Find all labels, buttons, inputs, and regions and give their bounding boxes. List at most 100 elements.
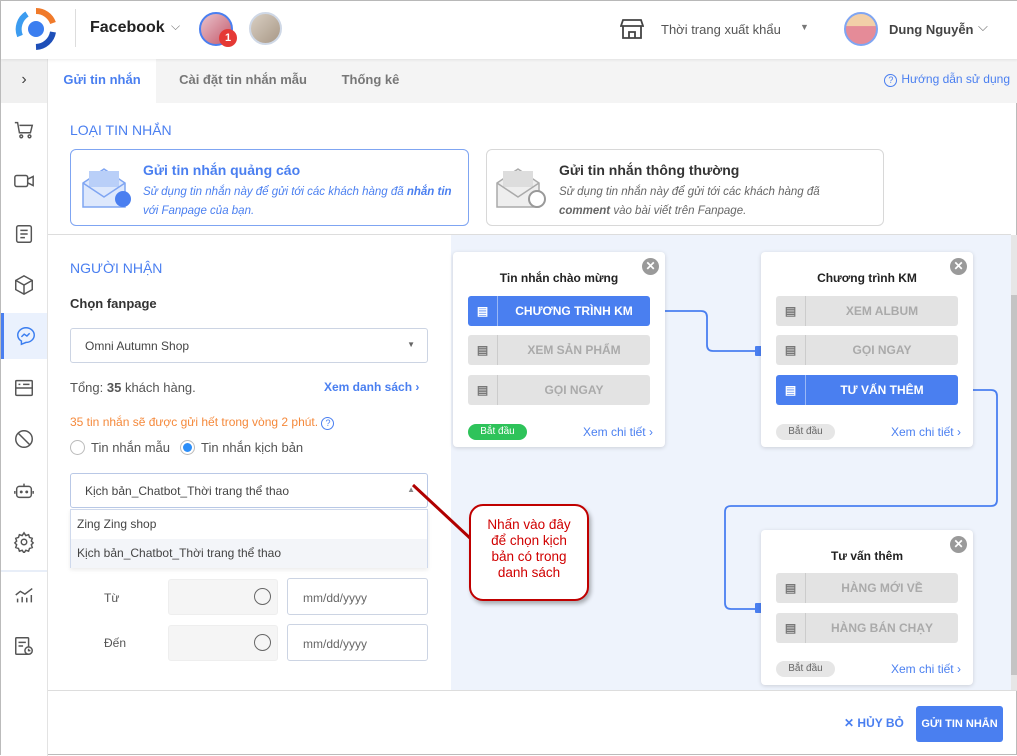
- from-date-input[interactable]: mm/dd/yyyy: [287, 578, 428, 615]
- node-button[interactable]: ▤ GỌI NGAY: [468, 375, 650, 405]
- chevron-right-icon: ›: [415, 380, 420, 394]
- node-button[interactable]: ▤ XEM ALBUM: [776, 296, 958, 326]
- help-link-label: Hướng dẫn sử dụng: [901, 72, 1010, 86]
- notification-badge: 1: [219, 29, 237, 47]
- view-detail-link[interactable]: Xem chi tiết ›: [891, 425, 961, 439]
- fanpage-value: Omni Autumn Shop: [85, 339, 190, 353]
- view-detail-link[interactable]: Xem chi tiết ›: [891, 662, 961, 676]
- send-message-button[interactable]: GỬI TIN NHẮN: [916, 706, 1003, 742]
- clock-icon: [254, 588, 271, 605]
- comment-envelope-icon: [496, 168, 546, 208]
- help-icon: ?: [321, 417, 335, 430]
- chevron-down-icon[interactable]: ⌵: [171, 19, 180, 34]
- recipient-heading: NGƯỜI NHẬN: [70, 260, 163, 276]
- scrollbar[interactable]: [1011, 235, 1017, 690]
- dropdown-option-selected[interactable]: Kịch bản_Chatbot_Thời trang thể thao: [71, 539, 427, 568]
- expand-sidebar-button[interactable]: ›: [1, 59, 47, 103]
- callout-tooltip: Nhấn vào đây để chọn kịch bản có trong d…: [469, 504, 589, 601]
- start-badge[interactable]: Bắt đầu: [776, 661, 835, 677]
- caret-up-icon: ▲: [407, 485, 415, 494]
- from-label: Từ: [104, 591, 120, 605]
- bot-icon[interactable]: [1, 468, 47, 514]
- tab-template-settings[interactable]: Cài đặt tin nhắn mẫu: [163, 59, 323, 103]
- flow-node[interactable]: ✕ Tin nhắn chào mừng ▤ CHƯƠNG TRÌNH KM ▤ X…: [453, 252, 665, 447]
- tab-send-message[interactable]: Gửi tin nhắn: [48, 59, 156, 103]
- divider: [75, 9, 76, 47]
- tab-statistics[interactable]: Thống kê: [323, 59, 418, 103]
- node-button[interactable]: ▤ GỌI NGAY: [776, 335, 958, 365]
- video-icon[interactable]: [1, 158, 47, 204]
- card-description: Sử dụng tin nhắn này để gửi tới các khác…: [559, 186, 820, 217]
- to-label: Đến: [104, 636, 127, 650]
- radio-template[interactable]: [70, 440, 85, 455]
- help-icon: ?: [884, 74, 898, 87]
- block-icon[interactable]: [1, 416, 47, 462]
- dropdown-option[interactable]: Zing Zing shop: [71, 510, 427, 539]
- radio-script[interactable]: [180, 440, 196, 455]
- node-button[interactable]: ▤ CHƯƠNG TRÌNH KM: [468, 296, 650, 326]
- user-avatar[interactable]: [844, 12, 878, 46]
- channel-name[interactable]: Facebook: [90, 19, 165, 37]
- message-icon: ▤: [776, 573, 806, 603]
- cart-icon[interactable]: [1, 107, 47, 153]
- from-time-input[interactable]: [168, 579, 278, 615]
- node-title: Tin nhắn chào mừng: [499, 271, 619, 285]
- flow-node[interactable]: ✕ Chương trình KM ▤ XEM ALBUM ▤ GỌI NGAY ▤…: [761, 252, 973, 447]
- top-header: Facebook ⌵ 1 Thời trang xuất khẩu ▼ Dung…: [1, 1, 1017, 59]
- node-button[interactable]: ▤ HÀNG MỚI VỀ: [776, 573, 958, 603]
- caret-down-icon[interactable]: ▼: [800, 22, 809, 32]
- report-schedule-icon[interactable]: [1, 623, 47, 669]
- app-logo[interactable]: [15, 8, 57, 50]
- help-link[interactable]: ? Hướng dẫn sử dụng: [884, 72, 1010, 87]
- caret-down-icon: ▼: [407, 340, 415, 349]
- cancel-button[interactable]: ✕ HỦY BỎ: [844, 716, 904, 730]
- card-title: Gửi tin nhắn quảng cáo: [143, 162, 301, 178]
- flow-node[interactable]: ✕ Tư vấn thêm ▤ HÀNG MỚI VỀ ▤ HÀNG BÁN CHẠ…: [761, 530, 973, 685]
- message-icon: ▤: [776, 613, 806, 643]
- user-name[interactable]: Dung Nguyễn: [889, 22, 974, 37]
- card-title: Gửi tin nhắn thông thường: [559, 162, 740, 178]
- normal-message-card[interactable]: Gửi tin nhắn thông thường Sử dụng tin nh…: [486, 149, 884, 226]
- store-selector[interactable]: Thời trang xuất khẩu: [661, 22, 781, 37]
- script-select[interactable]: Kịch bản_Chatbot_Thời trang thể thao ▲: [70, 473, 428, 508]
- message-icon: ▤: [468, 335, 498, 365]
- message-icon: ▤: [776, 296, 806, 326]
- radio-script-label[interactable]: Tin nhắn kịch bản: [201, 440, 303, 455]
- message-icon: ▤: [468, 296, 498, 326]
- section-heading: LOẠI TIN NHẮN: [70, 122, 172, 138]
- clock-icon: [254, 634, 271, 651]
- start-badge[interactable]: Bắt đầu: [776, 424, 835, 440]
- box-icon[interactable]: [1, 262, 47, 308]
- script-dropdown: Zing Zing shop Kịch bản_Chatbot_Thời tra…: [70, 509, 428, 568]
- to-date-input[interactable]: mm/dd/yyyy: [287, 624, 428, 661]
- node-title: Chương trình KM: [817, 271, 917, 285]
- date-placeholder: mm/dd/yyyy: [303, 591, 368, 605]
- node-button[interactable]: ▤ HÀNG BÁN CHẠY: [776, 613, 958, 643]
- sidebar: ›: [1, 59, 48, 756]
- fanpage-label: Chọn fanpage: [70, 296, 157, 311]
- page-avatar-2[interactable]: [249, 12, 282, 45]
- message-icon: ▤: [776, 335, 806, 365]
- to-time-input[interactable]: [168, 625, 278, 661]
- radio-template-label[interactable]: Tin nhắn mẫu: [91, 440, 170, 455]
- message-icon: ▤: [776, 375, 806, 405]
- ad-envelope-icon: [82, 168, 131, 208]
- tab-bar: Gửi tin nhắn Cài đặt tin nhắn mẫu Thống …: [48, 59, 1017, 103]
- messenger-icon[interactable]: [1, 313, 47, 359]
- ad-message-card[interactable]: Gửi tin nhắn quảng cáo Sử dụng tin nhắn …: [70, 149, 469, 226]
- send-notice: 35 tin nhắn sẽ được gửi hết trong vòng 2…: [70, 415, 335, 430]
- id-card-icon[interactable]: [1, 365, 47, 411]
- fanpage-select[interactable]: Omni Autumn Shop ▼: [70, 328, 428, 363]
- view-list-link[interactable]: Xem danh sách ›: [324, 380, 419, 394]
- message-icon: ▤: [468, 375, 498, 405]
- user-menu-chevron-icon[interactable]: ⌵: [978, 19, 988, 35]
- divider: [48, 690, 1017, 691]
- analytics-icon[interactable]: [1, 572, 47, 618]
- gear-icon[interactable]: [1, 519, 47, 565]
- total-customers: Tổng: 35 khách hàng.: [70, 380, 196, 395]
- document-icon[interactable]: [1, 211, 47, 257]
- view-detail-link[interactable]: Xem chi tiết ›: [583, 425, 653, 439]
- store-icon: [620, 19, 644, 39]
- node-button[interactable]: ▤ TƯ VẤN THÊM: [776, 375, 958, 405]
- node-button[interactable]: ▤ XEM SẢN PHẨM: [468, 335, 650, 365]
